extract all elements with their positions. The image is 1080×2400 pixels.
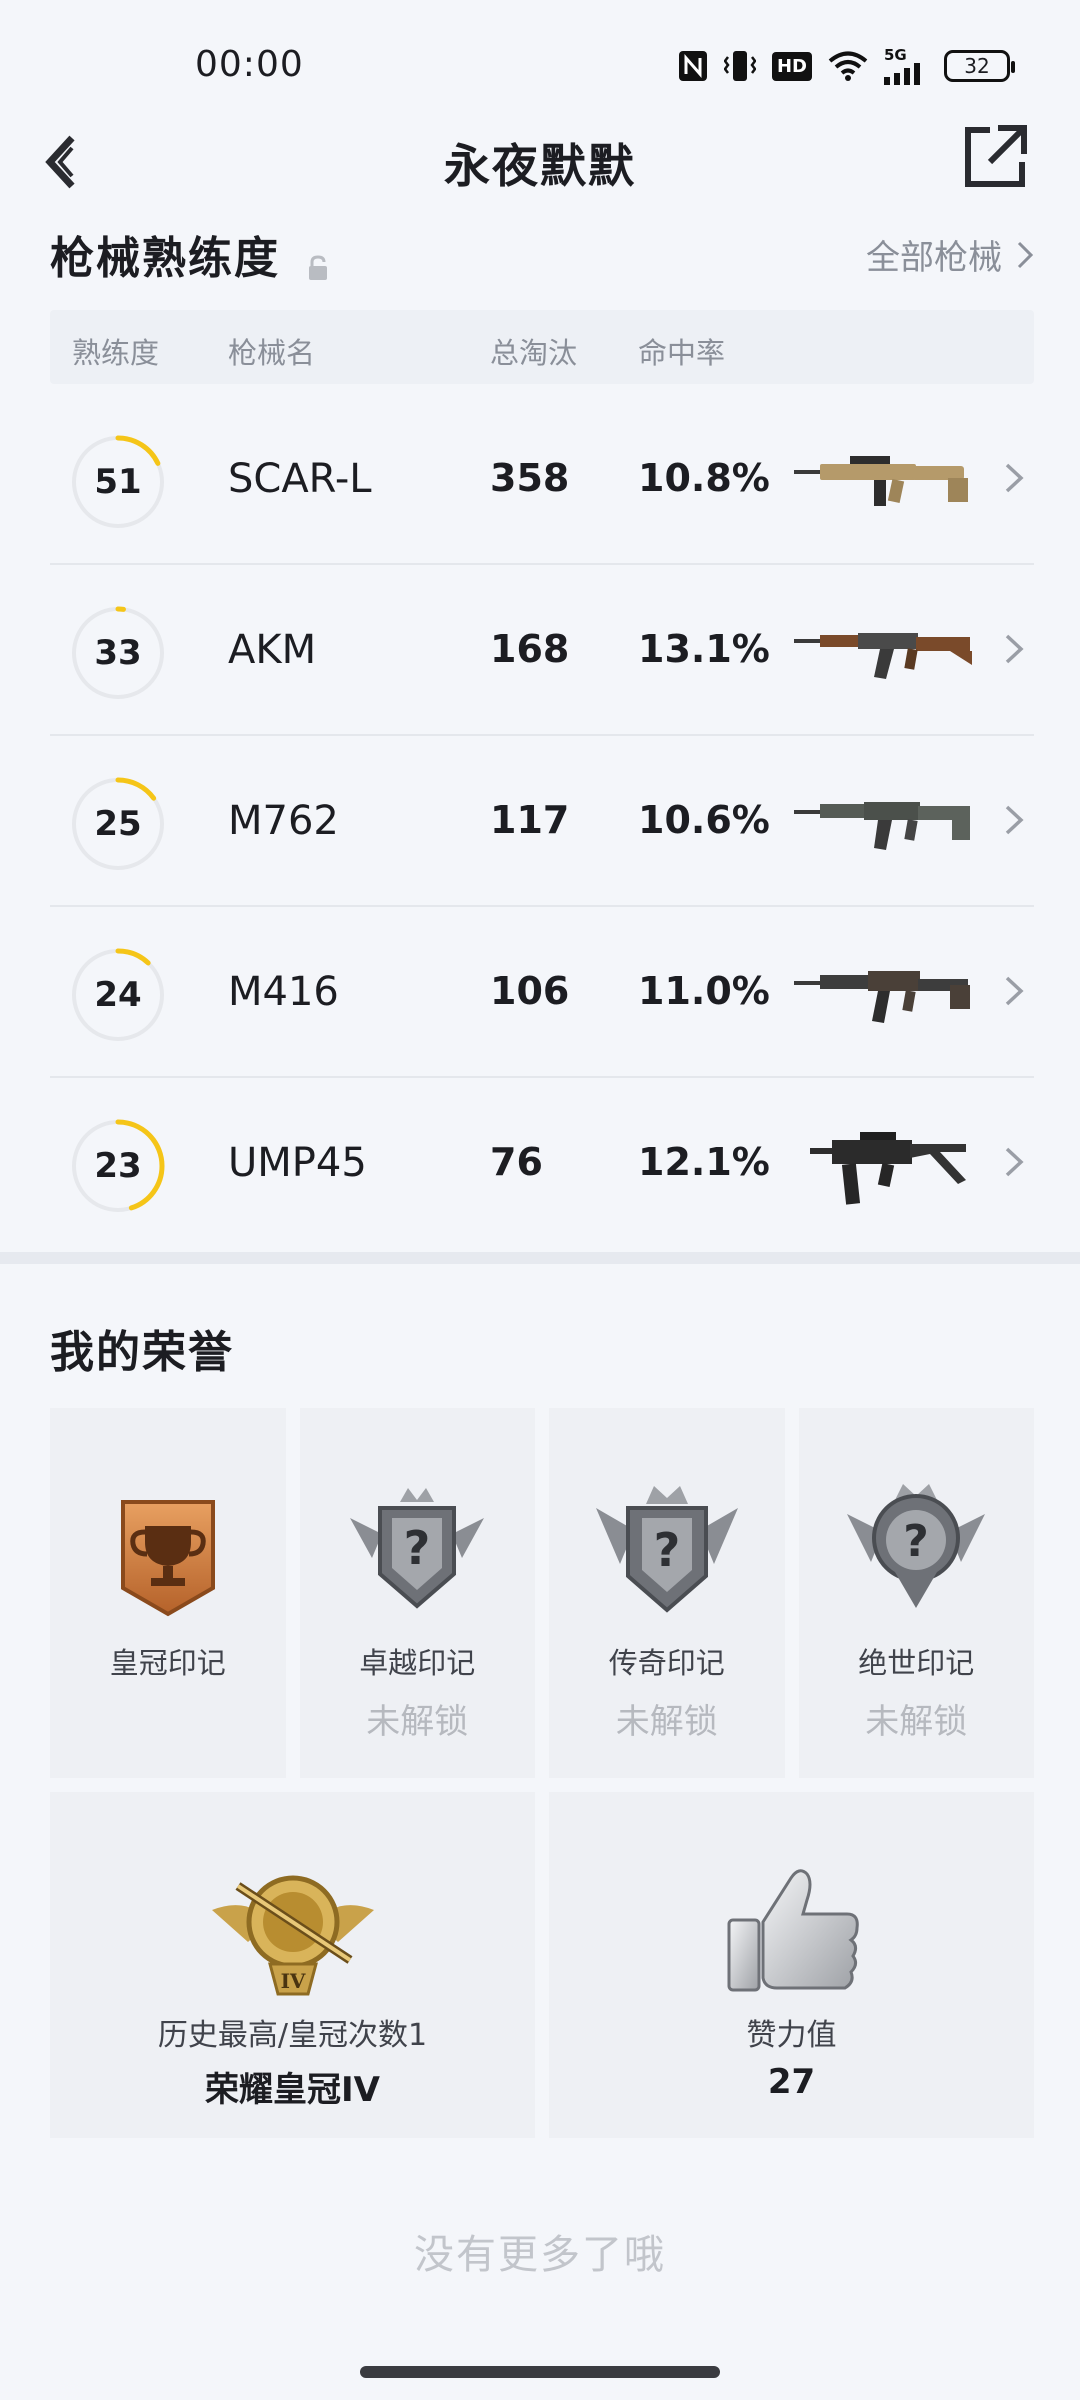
hd-icon: HD bbox=[771, 51, 812, 81]
rifle-akm-icon bbox=[794, 633, 972, 679]
chevron-right-icon bbox=[1005, 634, 1024, 664]
honor-section-title: 我的荣誉 bbox=[50, 1327, 234, 1378]
gun-accuracy: 10.6% bbox=[638, 798, 770, 842]
rifle-scar-icon bbox=[794, 456, 968, 506]
status-icons: HD 5G 32 bbox=[678, 45, 1015, 86]
gun-accuracy: 13.1% bbox=[638, 627, 770, 671]
rank-badge-text: IV bbox=[280, 1969, 305, 1993]
mastery-level: 51 bbox=[94, 462, 142, 502]
svg-text:?: ? bbox=[404, 1521, 431, 1575]
gun-name: SCAR-L bbox=[228, 456, 372, 502]
honor-name: 绝世印记 bbox=[858, 1646, 975, 1680]
rifle-m416-icon bbox=[794, 971, 970, 1023]
mastery-level: 25 bbox=[94, 804, 142, 844]
gun-row-akm[interactable]: 33 AKM 168 13.1% bbox=[50, 565, 1034, 736]
gun-kills: 117 bbox=[490, 798, 570, 842]
gun-row-scar-l[interactable]: 51 SCAR-L 358 10.8% bbox=[50, 394, 1034, 565]
nfc-icon bbox=[678, 50, 708, 82]
honor-name: 皇冠印记 bbox=[109, 1646, 226, 1680]
smg-ump-icon bbox=[810, 1132, 966, 1205]
likes-card[interactable]: 赞力值 27 bbox=[549, 1792, 1034, 2138]
svg-text:?: ? bbox=[903, 1516, 929, 1567]
chevron-right-icon bbox=[1005, 463, 1024, 493]
share-icon bbox=[965, 125, 1027, 187]
gun-section-header: 枪械熟练度 全部枪械 bbox=[50, 222, 1034, 292]
col-gun-name: 枪械名 bbox=[228, 336, 316, 370]
gun-kills: 76 bbox=[490, 1140, 543, 1184]
gun-section-title: 枪械熟练度 bbox=[50, 222, 330, 286]
col-kills: 总淘汰 bbox=[490, 336, 578, 370]
crown-rank-iv-icon: IV bbox=[211, 1875, 374, 1996]
gun-name: AKM bbox=[228, 627, 317, 673]
locked-badge-icon: ? bbox=[350, 1488, 485, 1609]
gun-section-title-text: 枪械熟练度 bbox=[50, 233, 280, 284]
network-type: 5G bbox=[884, 45, 907, 64]
battery-icon: 32 bbox=[944, 50, 1015, 82]
col-accuracy: 命中率 bbox=[638, 336, 726, 370]
locked-badge-icon: ? bbox=[595, 1486, 738, 1613]
gun-name: M416 bbox=[228, 969, 339, 1015]
stat-value: 27 bbox=[767, 2062, 816, 2102]
status-time: 00:00 bbox=[195, 44, 304, 85]
gun-accuracy: 10.8% bbox=[638, 456, 770, 500]
locked-badge-icon: ? bbox=[847, 1484, 986, 1608]
page-header: 永夜默默 bbox=[0, 110, 1080, 210]
svg-text:?: ? bbox=[653, 1523, 680, 1577]
rifle-m762-icon bbox=[794, 802, 970, 850]
honor-name: 传奇印记 bbox=[608, 1646, 725, 1680]
chevron-right-icon bbox=[1005, 1147, 1024, 1177]
honor-badge-grid: 皇冠印记 ? 卓越印记 未解锁 ? 传奇印记 未解锁 ? 绝世印记 未解锁 bbox=[50, 1408, 1034, 1778]
vibrate-icon bbox=[723, 49, 756, 83]
honor-card-excellence[interactable]: ? 卓越印记 未解锁 bbox=[299, 1408, 535, 1778]
honor-name: 卓越印记 bbox=[359, 1646, 476, 1680]
gun-kills: 106 bbox=[490, 969, 570, 1013]
honor-stats-grid: IV 历史最高/皇冠次数1 荣耀皇冠IV 赞力值 27 bbox=[50, 1792, 1034, 2138]
page-title: 永夜默默 bbox=[444, 139, 636, 193]
chevron-right-icon bbox=[1005, 805, 1024, 835]
gun-kills: 168 bbox=[490, 627, 570, 671]
gun-row-m762[interactable]: 25 M762 117 10.6% bbox=[50, 736, 1034, 907]
highest-rank-card[interactable]: IV 历史最高/皇冠次数1 荣耀皇冠IV bbox=[50, 1792, 535, 2138]
stat-label: 赞力值 bbox=[746, 2018, 837, 2053]
section-divider bbox=[0, 1252, 1080, 1264]
stat-label: 历史最高/皇冠次数1 bbox=[157, 2018, 428, 2053]
gun-list: 51 SCAR-L 358 10.8% 33 AKM 168 13.1% 25 … bbox=[50, 394, 1034, 1249]
mastery-level: 23 bbox=[94, 1146, 142, 1186]
chevron-right-icon bbox=[1005, 976, 1024, 1006]
home-indicator[interactable] bbox=[360, 2366, 720, 2378]
honor-status: 未解锁 bbox=[366, 1702, 469, 1742]
trophy-badge-icon bbox=[120, 1500, 215, 1617]
gun-kills: 358 bbox=[490, 456, 570, 500]
signal-icon: 5G bbox=[884, 45, 928, 85]
wifi-icon bbox=[828, 50, 868, 82]
gun-row-ump45[interactable]: 23 UMP45 76 12.1% bbox=[50, 1078, 1034, 1249]
stat-value: 荣耀皇冠IV bbox=[205, 2070, 380, 2110]
all-guns-link[interactable]: 全部枪械 bbox=[866, 230, 1034, 279]
gun-row-m416[interactable]: 24 M416 106 11.0% bbox=[50, 907, 1034, 1078]
no-more-footer: 没有更多了哦 bbox=[414, 2232, 666, 2278]
honor-status: 未解锁 bbox=[615, 1702, 718, 1742]
mastery-level: 33 bbox=[94, 633, 142, 673]
gun-accuracy: 11.0% bbox=[638, 969, 770, 1013]
gun-table-header: 熟练度 枪械名 总淘汰 命中率 bbox=[50, 310, 1034, 384]
mastery-level: 24 bbox=[94, 975, 142, 1015]
chevron-right-icon bbox=[1017, 241, 1034, 268]
thumbs-up-icon bbox=[727, 1869, 859, 1992]
all-guns-link-label: 全部枪械 bbox=[866, 238, 1002, 278]
share-button[interactable] bbox=[960, 122, 1030, 192]
honor-status: 未解锁 bbox=[865, 1702, 968, 1742]
honor-card-legend[interactable]: ? 传奇印记 未解锁 bbox=[549, 1408, 785, 1778]
honor-card-crown[interactable]: 皇冠印记 bbox=[50, 1408, 286, 1778]
gun-accuracy: 12.1% bbox=[638, 1140, 770, 1184]
lock-icon[interactable] bbox=[306, 241, 330, 280]
gun-name: M762 bbox=[228, 798, 339, 844]
gun-name: UMP45 bbox=[228, 1140, 367, 1186]
col-mastery: 熟练度 bbox=[72, 336, 160, 370]
honor-card-peerless[interactable]: ? 绝世印记 未解锁 bbox=[798, 1408, 1034, 1778]
